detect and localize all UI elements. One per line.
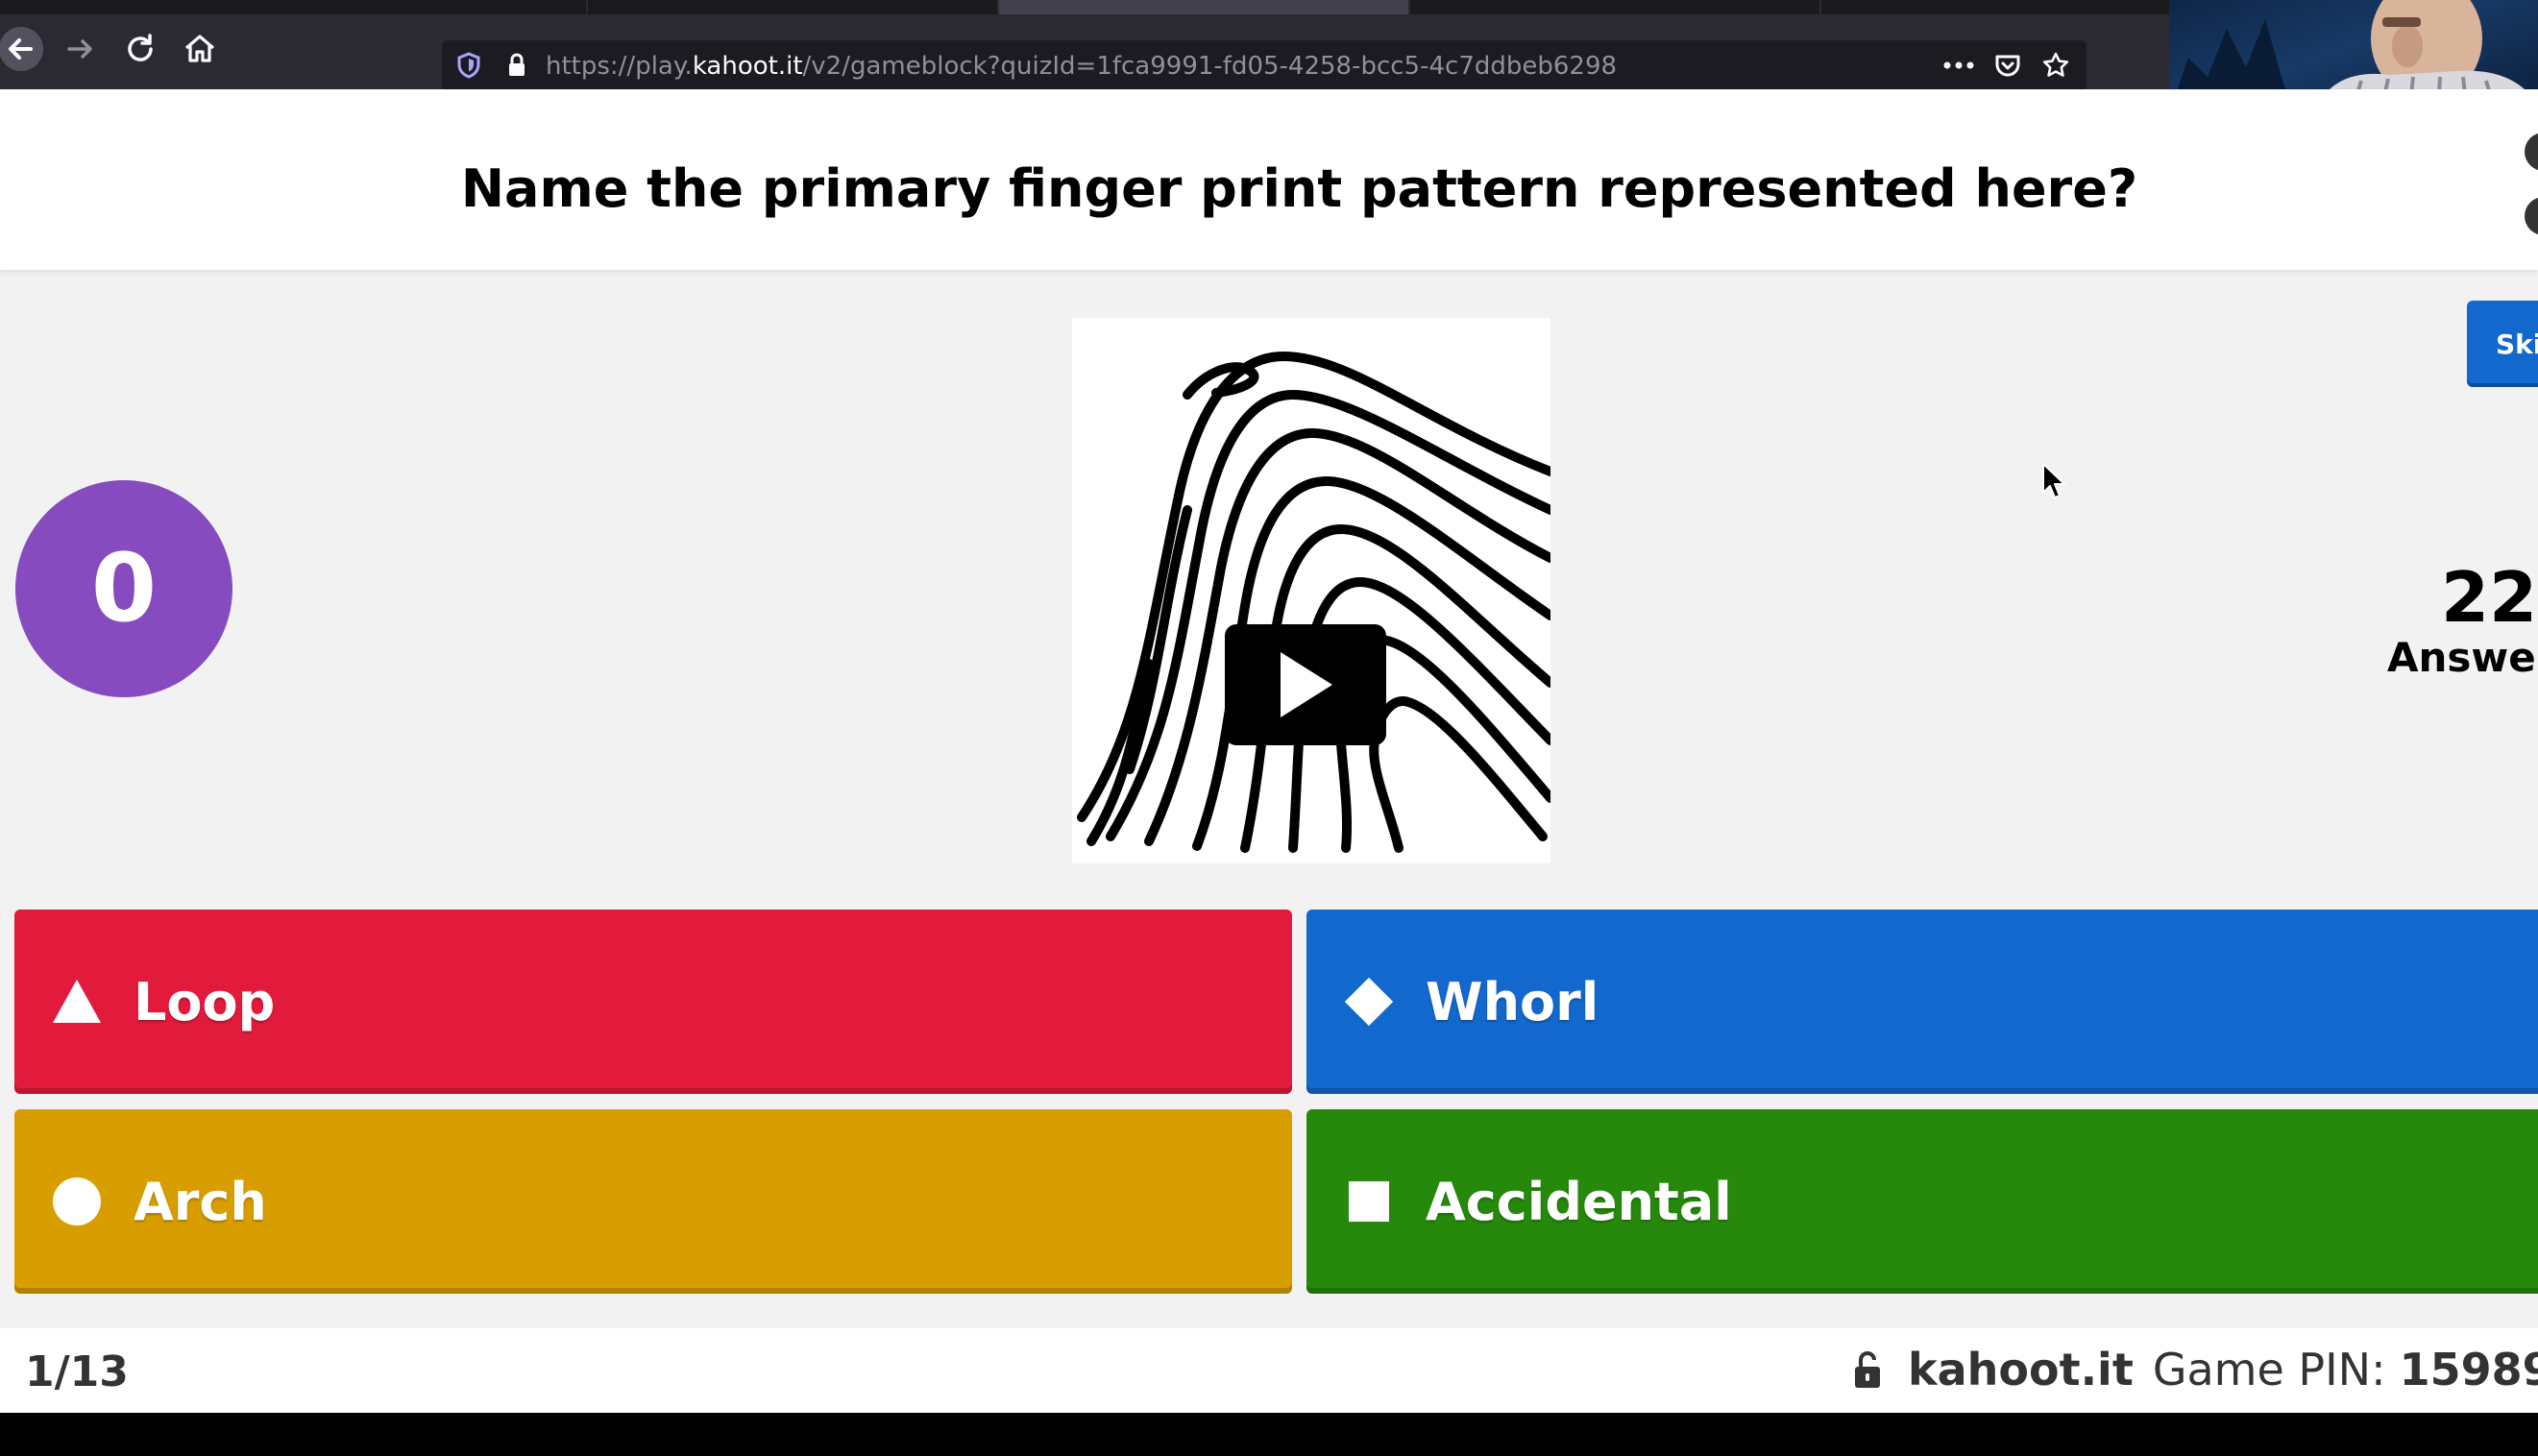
more-actions-icon[interactable] [1942,54,1975,77]
answer-option-whorl[interactable]: Whorl [1306,910,2538,1094]
browser-tab[interactable] [588,0,999,14]
browser-tab[interactable] [1821,0,2171,14]
browser-tab[interactable] [0,0,588,14]
home-icon [184,35,215,62]
answer-option-accidental[interactable]: Accidental [1306,1109,2538,1294]
countdown-timer: 0 [15,480,232,697]
question-counter: 1/13 [25,1347,129,1396]
game-pin-area: kahoot.it Game PIN: 159893 [1852,1344,2538,1395]
url-text[interactable]: https://play.kahoot.it/v2/gameblock?quiz… [546,52,1617,81]
home-button[interactable] [177,26,223,72]
question-header: Name the primary finger print pattern re… [0,89,2538,270]
answers-count-number: 22 [2441,557,2538,638]
reload-icon [128,34,153,61]
lock-icon[interactable] [503,52,530,79]
tab-strip [0,0,2538,14]
answer-label: Accidental [1426,1171,1732,1232]
game-footer: 1/13 kahoot.it Game PIN: 159893 [0,1328,2538,1413]
game-pin-value: 159893 [2399,1344,2538,1395]
answer-label: Loop [134,971,276,1032]
url-host: kahoot.it [692,52,803,81]
answer-label: Whorl [1426,971,1599,1032]
browser-tab-active[interactable] [999,0,1410,14]
site-name: kahoot.it [1908,1344,2134,1395]
skip-button[interactable]: Ski [2467,301,2538,387]
url-path: /v2/gameblock?quizId=1fca9991-fd05-4258-… [802,52,1618,81]
timer-value: 0 [90,534,158,643]
game-pin-label: Game PIN: [2152,1344,2386,1395]
answer-label: Arch [134,1171,267,1232]
reload-button[interactable] [117,26,163,72]
answers-counter: 22 Answe [2387,560,2538,681]
pocket-icon[interactable] [1992,50,2023,81]
url-bar[interactable]: https://play.kahoot.it/v2/gameblock?quiz… [442,40,2087,90]
answer-option-loop[interactable]: Loop [14,910,1292,1094]
shield-icon[interactable] [453,50,484,81]
back-button[interactable] [0,26,44,72]
play-icon [1281,652,1332,717]
question-media[interactable] [1072,318,1555,863]
browser-toolbar: https://play.kahoot.it/v2/gameblock?quiz… [0,14,2538,90]
game-page: Name the primary finger print pattern re… [0,89,2538,1413]
answer-option-arch[interactable]: Arch [14,1109,1292,1294]
skip-button-label: Ski [2496,328,2538,360]
triangle-icon [51,976,103,1028]
fingerprint-image [1077,351,1555,853]
bookmark-star-icon[interactable] [2040,50,2071,81]
diamond-icon [1343,976,1395,1028]
circle-icon [51,1176,103,1227]
question-title: Name the primary finger print pattern re… [460,158,2138,219]
play-video-button[interactable] [1225,624,1386,745]
browser-tab[interactable] [1410,0,1821,14]
answers-count-label: Answe [2387,634,2536,681]
square-icon [1343,1176,1395,1227]
back-arrow-icon [0,27,43,71]
bottom-black-bar [0,1413,2538,1456]
forward-arrow-icon [67,39,92,59]
mouse-cursor-icon [2042,463,2065,498]
forward-button[interactable] [58,26,104,72]
unlock-icon[interactable] [1852,1349,1883,1390]
url-prefix: https://play. [546,52,693,81]
